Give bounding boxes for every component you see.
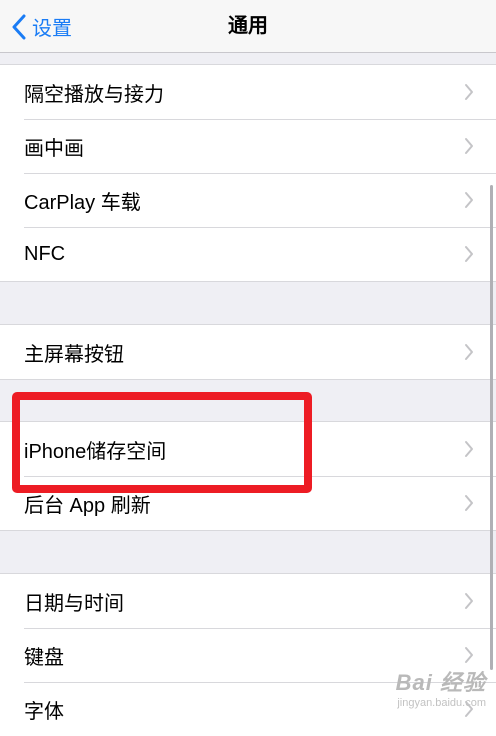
chevron-right-icon: [465, 192, 473, 208]
watermark-text: Bai 经验: [395, 670, 486, 695]
chevron-right-icon: [465, 593, 473, 609]
chevron-right-icon: [465, 138, 473, 154]
watermark: Bai 经验 jingyan.baidu.com: [396, 665, 486, 709]
scrollbar[interactable]: [490, 185, 493, 670]
chevron-right-icon: [465, 441, 473, 457]
chevron-left-icon: [12, 14, 26, 39]
list-item-home-button[interactable]: 主屏幕按钮: [0, 325, 496, 379]
chevron-right-icon: [465, 647, 473, 663]
navigation-bar: 设置 通用: [0, 0, 496, 53]
chevron-right-icon: [465, 495, 473, 511]
list-item-label: 隔空播放与接力: [24, 83, 164, 106]
settings-group-home-button: 主屏幕按钮: [0, 324, 496, 380]
back-label: 设置: [32, 18, 72, 40]
list-item-carplay[interactable]: CarPlay 车载: [0, 173, 496, 227]
chevron-right-icon: [465, 344, 473, 360]
list-item-label: 日期与时间: [24, 592, 124, 615]
list-item-label: 主屏幕按钮: [24, 343, 124, 366]
chevron-right-icon: [465, 84, 473, 100]
list-item-airplay-handoff[interactable]: 隔空播放与接力: [0, 65, 496, 119]
chevron-right-icon: [465, 246, 473, 262]
list-item-label: 键盘: [24, 646, 64, 669]
page-title: 通用: [228, 15, 268, 37]
list-item-label: CarPlay 车载: [24, 191, 141, 214]
list-item-label: NFC: [24, 242, 66, 265]
list-item-label: 字体: [24, 700, 64, 723]
back-button[interactable]: 设置: [10, 0, 72, 53]
watermark-url: jingyan.baidu.com: [397, 697, 486, 709]
list-item-label: 画中画: [24, 137, 84, 160]
highlight-annotation-box: [12, 392, 312, 493]
settings-group-airplay: 隔空播放与接力 画中画 CarPlay 车载 NFC: [0, 64, 496, 282]
list-item-nfc[interactable]: NFC: [0, 227, 496, 281]
settings-group-date-keyboard: 日期与时间 键盘 字体: [0, 573, 496, 736]
list-item-date-time[interactable]: 日期与时间: [0, 574, 496, 628]
list-item-picture-in-picture[interactable]: 画中画: [0, 119, 496, 173]
